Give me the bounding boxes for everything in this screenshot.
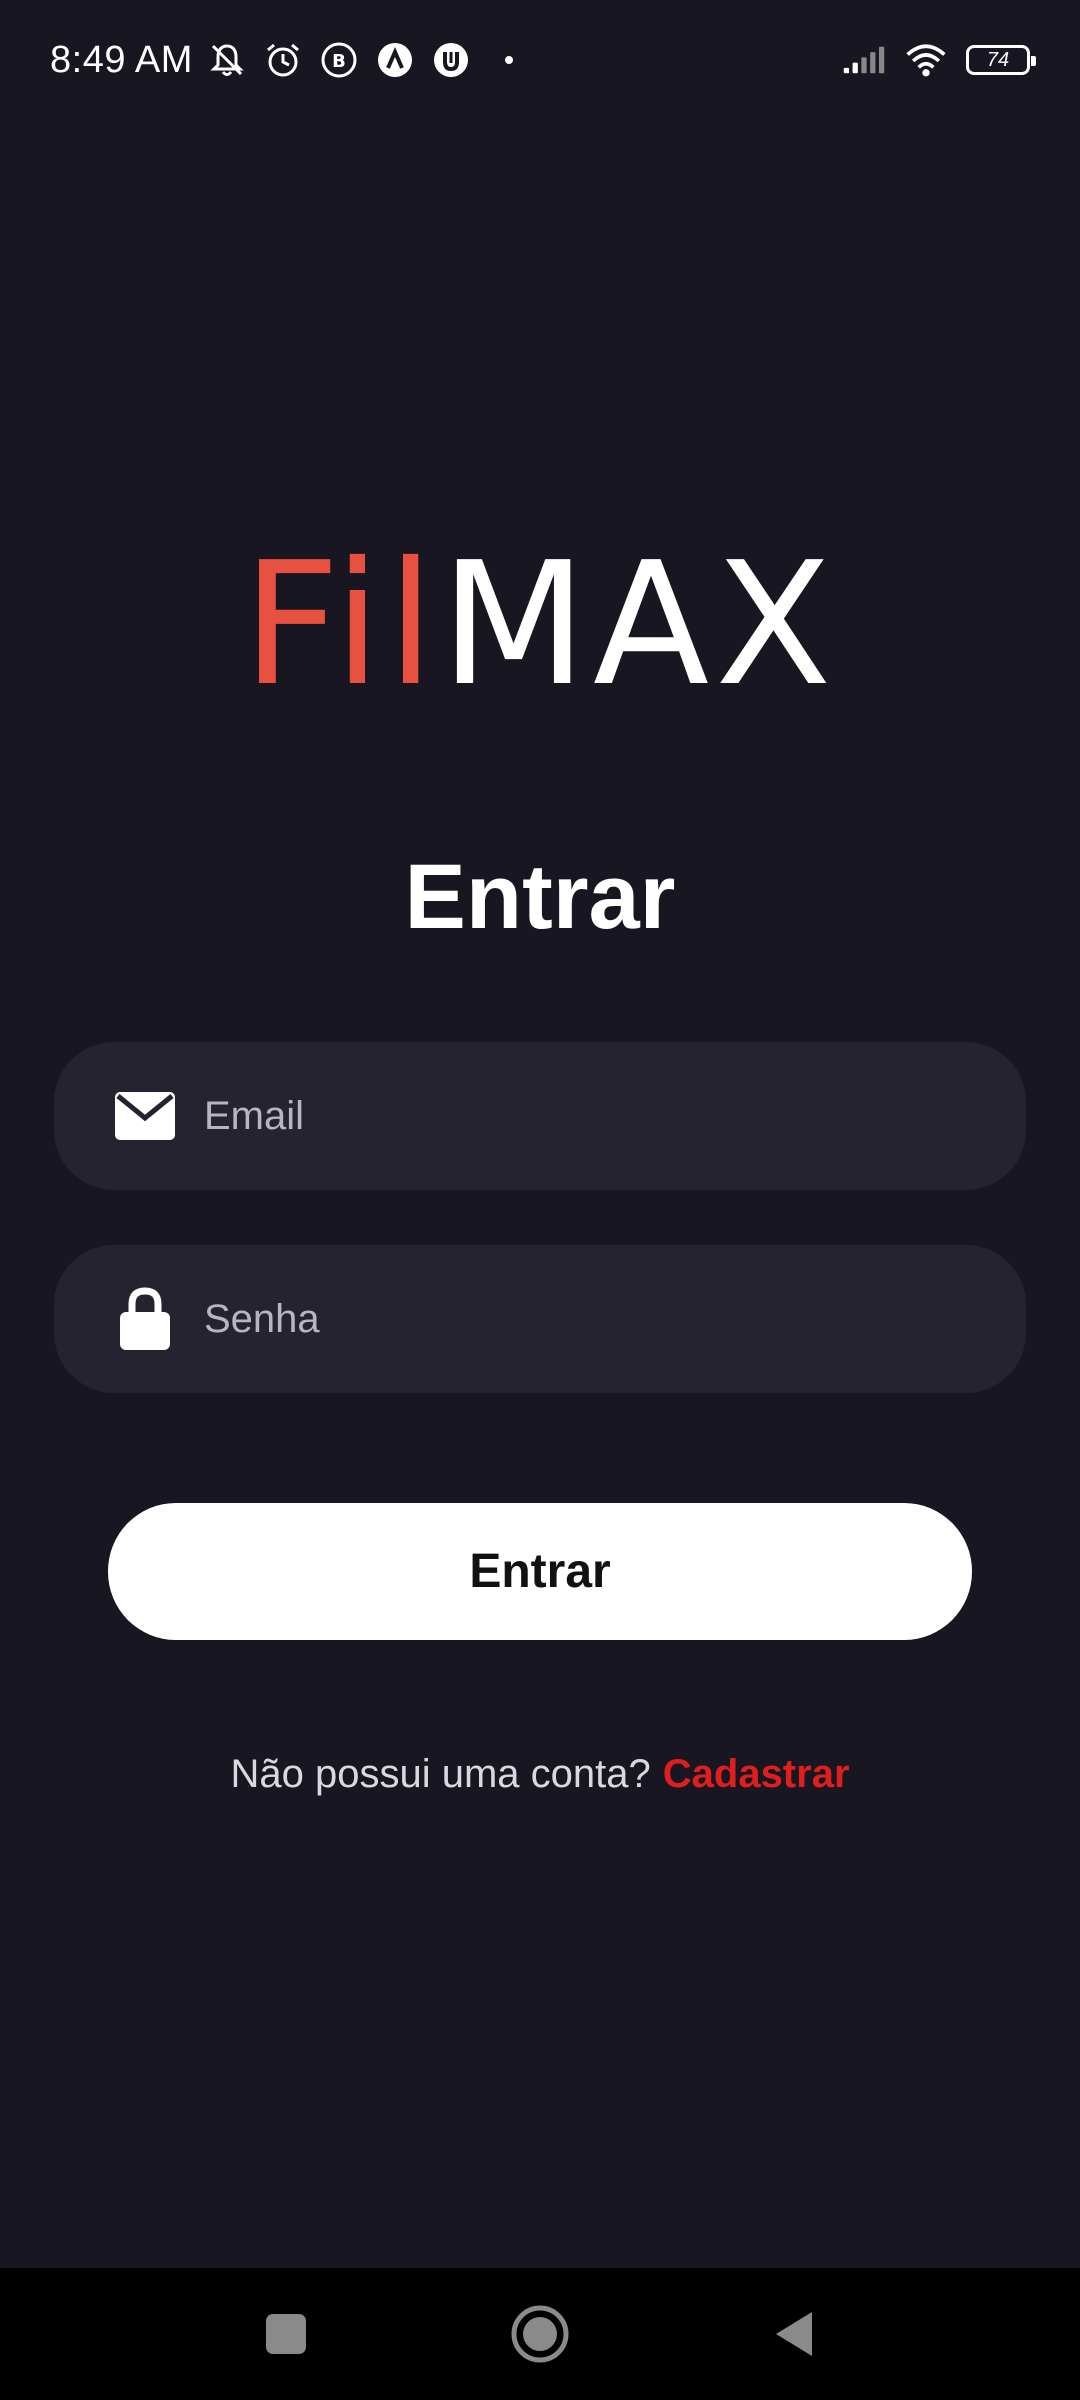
email-field[interactable]: [54, 1042, 1026, 1190]
recents-icon[interactable]: [254, 2302, 318, 2366]
notification-dot: [504, 56, 513, 64]
system-nav-bar: [0, 2268, 1080, 2400]
register-link[interactable]: Cadastrar: [663, 1752, 850, 1796]
signal-icon: [842, 38, 886, 82]
battery-level: 74: [986, 48, 1010, 71]
a-app-icon: [373, 38, 417, 82]
mail-icon: [114, 1085, 176, 1147]
logo-part-red: Fil: [242, 526, 441, 724]
status-left: 8:49 AM B: [50, 38, 513, 82]
page-title: Entrar: [404, 846, 676, 948]
home-icon[interactable]: [508, 2302, 572, 2366]
register-prompt: Não possui uma conta?: [230, 1752, 651, 1796]
lock-icon: [114, 1287, 176, 1350]
mute-icon: [205, 38, 249, 82]
app-logo: FilMAX: [0, 540, 1080, 710]
status-right: 74: [842, 38, 1036, 82]
status-time: 8:49 AM: [50, 38, 193, 81]
login-screen: 8:49 AM B 74 FilMAX Entrar Email Entrar …: [0, 0, 1080, 2400]
login-button[interactable]: Entrar: [108, 1503, 972, 1640]
back-icon[interactable]: [762, 2302, 826, 2366]
svg-text:B: B: [332, 51, 346, 72]
password-input[interactable]: [202, 1295, 1026, 1343]
logo-part-white: MAX: [440, 526, 838, 724]
email-input[interactable]: [202, 1092, 1026, 1140]
b-app-icon: B: [317, 38, 361, 82]
battery-icon: 74: [966, 45, 1036, 75]
u-app-icon: [429, 38, 473, 82]
status-bar: 8:49 AM B 74: [0, 0, 1080, 120]
password-field[interactable]: [54, 1245, 1026, 1393]
register-prompt-line: Não possui uma conta? Cadastrar: [0, 1752, 1080, 1797]
alarm-icon: [261, 38, 305, 82]
wifi-icon: [904, 38, 948, 82]
